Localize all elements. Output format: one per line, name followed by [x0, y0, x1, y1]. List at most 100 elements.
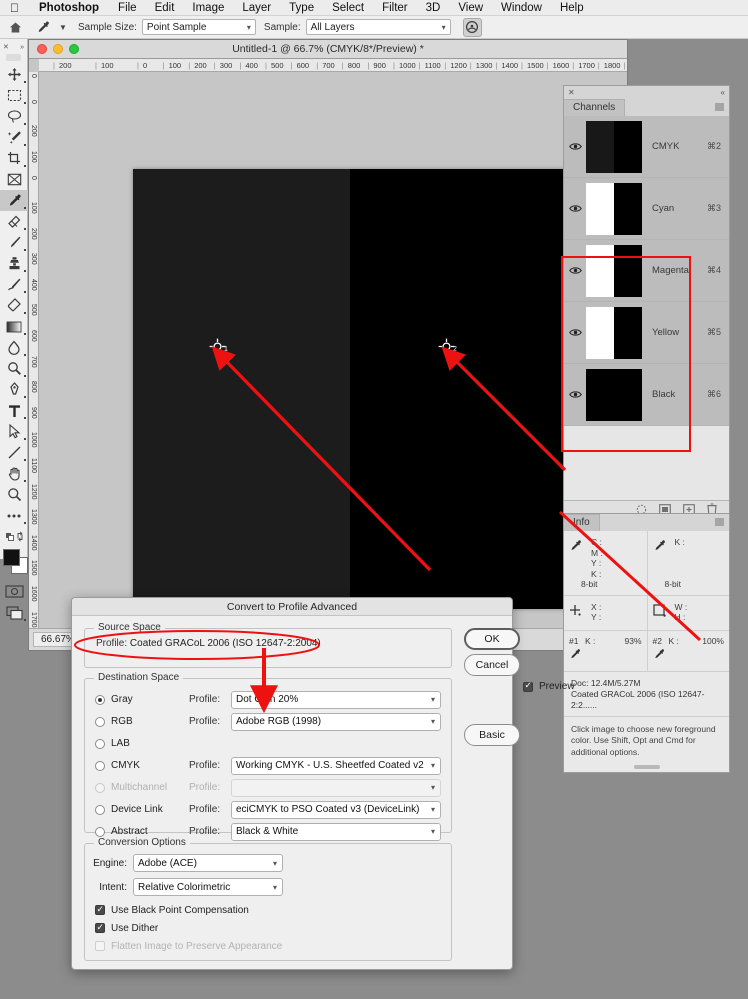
quick-mask-icon[interactable] [0, 581, 28, 602]
menu-item-view[interactable]: View [449, 2, 492, 14]
preview-checkbox[interactable] [523, 680, 533, 692]
double-chevron-left-icon[interactable]: « [721, 88, 725, 97]
move-tool[interactable] [0, 64, 28, 85]
gradient-tool[interactable] [0, 316, 28, 337]
menu-item-window[interactable]: Window [492, 2, 551, 14]
eye-icon[interactable] [564, 142, 586, 151]
ok-button[interactable]: OK [464, 628, 520, 650]
line-tool[interactable] [0, 442, 28, 463]
eye-icon[interactable] [564, 390, 586, 399]
apple-icon[interactable]:  [0, 2, 29, 14]
home-icon[interactable] [0, 21, 30, 34]
frame-tool[interactable] [0, 169, 28, 190]
channel-cyan[interactable]: Cyan ⌘3 [564, 178, 729, 240]
color-swatches[interactable] [0, 547, 28, 581]
tab-channels[interactable]: Channels [564, 99, 626, 116]
cancel-button[interactable]: Cancel [464, 654, 520, 676]
panel-menu-icon[interactable] [715, 103, 724, 111]
dest-device-link-radio[interactable] [95, 804, 105, 815]
screen-mode-icon[interactable] [0, 602, 28, 623]
close-icon[interactable]: ✕ [3, 43, 9, 51]
color-sampler-1[interactable]: 1 [209, 338, 228, 355]
menu-item-layer[interactable]: Layer [233, 2, 280, 14]
double-chevron-icon[interactable]: » [20, 44, 24, 51]
history-brush-tool[interactable] [0, 274, 28, 295]
dest-rgb-profile-select[interactable]: Adobe RGB (1998) ▾ [231, 712, 441, 731]
menu-item-file[interactable]: File [109, 2, 146, 14]
dest-multichannel-profile-select: ▾ [231, 778, 441, 797]
eraser-tool[interactable] [0, 295, 28, 316]
info-panel-tabs: Info [564, 514, 729, 531]
dest-cmyk-profile-select[interactable]: Working CMYK - U.S. Sheetfed Coated v2 ▾ [231, 756, 441, 775]
document-title-bar[interactable]: Untitled-1 @ 66.7% (CMYK/8*/Preview) * [29, 40, 627, 59]
dest-gray-profile-select[interactable]: Dot Gain 20% ▾ [231, 690, 441, 709]
horizontal-ruler[interactable]: 200 | 100 | 0 | 100 | 200 | 300 | 400 | 500 | 600 | 700 | 80… [39, 59, 627, 72]
channel-thumbnail[interactable] [586, 368, 642, 421]
eye-icon[interactable] [564, 328, 586, 337]
dest-lab-radio[interactable] [95, 738, 105, 749]
tool-group-dot [24, 459, 26, 461]
clone-stamp-tool[interactable] [0, 253, 28, 274]
canvas-area[interactable]: 12 [40, 73, 627, 628]
brush-tool[interactable] [0, 232, 28, 253]
menu-item-3d[interactable]: 3D [417, 2, 450, 14]
channel-thumbnail[interactable] [586, 244, 642, 297]
dest-abstract-profile-select[interactable]: Black & White ▾ [231, 822, 441, 841]
panel-menu-icon[interactable] [715, 518, 724, 526]
channel-cmyk[interactable]: CMYK ⌘2 [564, 116, 729, 178]
blur-tool[interactable] [0, 337, 28, 358]
default-colors-icon[interactable] [0, 526, 28, 547]
lasso-tool[interactable] [0, 106, 28, 127]
channel-thumbnail[interactable] [586, 306, 642, 359]
quick-selection-tool[interactable] [0, 127, 28, 148]
intent-select[interactable]: Relative Colorimetric ▾ [133, 878, 283, 896]
menu-item-image[interactable]: Image [183, 2, 233, 14]
dodge-tool[interactable] [0, 358, 28, 379]
panel-scrollbar[interactable] [633, 765, 660, 769]
basic-button[interactable]: Basic [464, 724, 520, 746]
channel-black[interactable]: Black ⌘6 [564, 364, 729, 426]
hand-tool[interactable] [0, 463, 28, 484]
pen-tool[interactable] [0, 379, 28, 400]
menu-item-filter[interactable]: Filter [373, 2, 417, 14]
crop-tool[interactable] [0, 148, 28, 169]
channel-magenta[interactable]: Magenta ⌘4 [564, 240, 729, 302]
edit-toolbar-ellipsis-icon[interactable] [0, 505, 28, 526]
marquee-tool[interactable] [0, 85, 28, 106]
sample-select[interactable]: All Layers ▾ [305, 19, 451, 35]
tool-preset-chevron-down-icon[interactable]: ▼ [56, 23, 70, 32]
sampling-ring-icon[interactable] [462, 17, 482, 37]
use-black-point-compensation-checkbox[interactable] [95, 904, 105, 915]
engine-select[interactable]: Adobe (ACE) ▾ [133, 854, 283, 872]
foreground-color-swatch[interactable] [3, 549, 20, 566]
channel-yellow[interactable]: Yellow ⌘5 [564, 302, 729, 364]
path-selection-tool[interactable] [0, 421, 28, 442]
channel-thumbnail[interactable] [586, 182, 642, 235]
eyedropper-icon[interactable] [30, 20, 56, 34]
vertical-ruler[interactable]: 0 0 200 100 0 100 200 300 400 500 600 700 800 900 1000… [29, 72, 39, 628]
eyedropper-tool[interactable] [0, 190, 28, 211]
sample-size-select[interactable]: Point Sample ▾ [141, 19, 256, 35]
color-sampler-2[interactable]: 2 [438, 338, 457, 355]
tab-info[interactable]: Info [564, 514, 600, 531]
tools-panel-grip[interactable] [6, 54, 21, 61]
dest-gray-radio[interactable] [95, 694, 105, 705]
type-tool[interactable] [0, 400, 28, 421]
dest-device-link-profile-select[interactable]: eciCMYK to PSO Coated v3 (DeviceLink) ▾ [231, 800, 441, 819]
use-dither-checkbox[interactable] [95, 922, 105, 933]
dest-cmyk-radio[interactable] [95, 760, 105, 771]
channel-thumbnail[interactable] [586, 120, 642, 173]
menu-item-type[interactable]: Type [280, 2, 323, 14]
menu-item-help[interactable]: Help [551, 2, 593, 14]
dest-rgb-radio[interactable] [95, 716, 105, 727]
menu-item-edit[interactable]: Edit [146, 2, 184, 14]
ruler-tick: 0 [30, 99, 37, 104]
eye-icon[interactable] [564, 266, 586, 275]
artboard[interactable] [133, 169, 567, 609]
eye-icon[interactable] [564, 204, 586, 213]
menu-item-select[interactable]: Select [323, 2, 373, 14]
healing-brush-tool[interactable] [0, 211, 28, 232]
dest-abstract-radio[interactable] [95, 826, 105, 837]
close-icon[interactable]: ✕ [568, 88, 575, 97]
zoom-tool[interactable] [0, 484, 28, 505]
